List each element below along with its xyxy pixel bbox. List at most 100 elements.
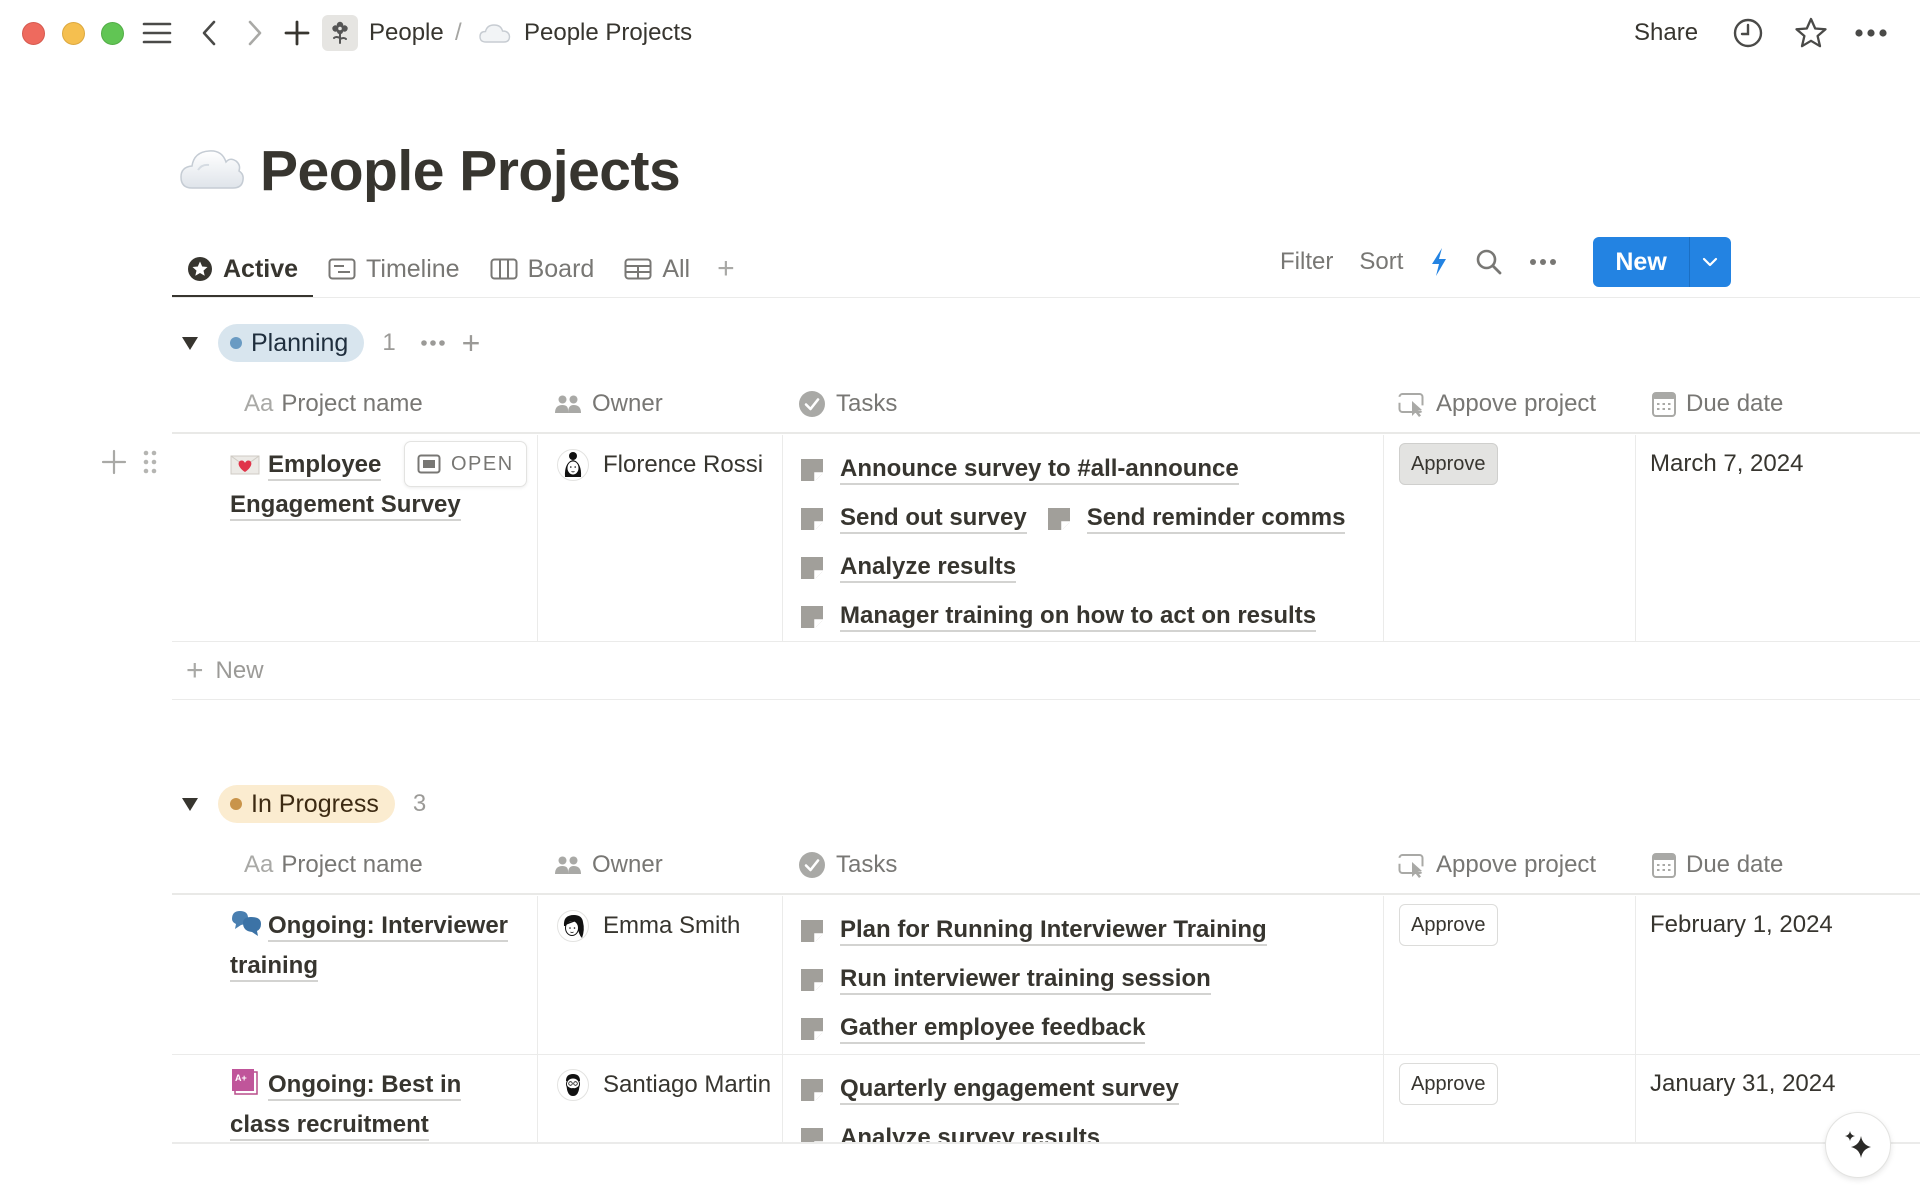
forward-icon[interactable]: [242, 14, 268, 52]
task-link[interactable]: Run interviewer training session: [800, 965, 1211, 995]
due-date[interactable]: February 1, 2024: [1650, 908, 1833, 942]
group-label: Planning: [251, 328, 349, 357]
column-header-owner[interactable]: Owner: [554, 376, 663, 432]
add-new-row-button[interactable]: + New: [172, 642, 1920, 700]
task-line: Run interviewer training session: [800, 955, 1380, 1004]
tab-timeline[interactable]: Timeline: [313, 240, 475, 298]
window-maximize-button[interactable]: [101, 22, 124, 45]
view-options-icon[interactable]: [1529, 258, 1557, 266]
task-link[interactable]: Plan for Running Interviewer Training: [800, 916, 1267, 946]
more-options-icon[interactable]: [1853, 14, 1889, 52]
task-title: Gather employee feedback: [840, 1014, 1146, 1044]
breadcrumb-separator: /: [455, 19, 462, 46]
group-header-planning: Planning 1 +: [182, 323, 480, 363]
task-title: Send out survey: [840, 504, 1027, 534]
column-header-due-date[interactable]: Due date: [1652, 837, 1783, 893]
tab-all[interactable]: All: [609, 240, 705, 298]
owner-cell[interactable]: Emma Smith: [557, 910, 797, 942]
project-title-cont[interactable]: Engagement Survey: [230, 491, 461, 521]
ai-assistant-button[interactable]: [1825, 1112, 1891, 1178]
task-title: Run interviewer training session: [840, 965, 1211, 995]
project-title-cont[interactable]: training: [230, 952, 318, 982]
approve-button[interactable]: Approve: [1399, 1063, 1498, 1105]
column-header-due-date[interactable]: Due date: [1652, 376, 1783, 432]
drag-handle-icon[interactable]: [142, 449, 158, 480]
collapse-toggle-icon[interactable]: [182, 336, 198, 350]
page-cloud-icon[interactable]: [178, 140, 246, 196]
page-icon: [801, 458, 823, 481]
task-link[interactable]: Announce survey to #all-announce: [800, 455, 1239, 485]
column-header-approve-project[interactable]: Appove project: [1398, 376, 1596, 432]
column-header-tasks[interactable]: Tasks: [798, 376, 897, 432]
page-icon: [801, 556, 823, 579]
task-link[interactable]: Quarterly engagement survey: [800, 1075, 1179, 1105]
tab-label: Timeline: [366, 254, 460, 283]
new-button[interactable]: New: [1593, 237, 1688, 287]
column-header-approve-project[interactable]: Appove project: [1398, 837, 1596, 893]
task-link[interactable]: Send out survey: [800, 504, 1027, 534]
tab-label: All: [662, 254, 691, 283]
back-icon[interactable]: [196, 14, 222, 52]
tab-board[interactable]: Board: [475, 240, 610, 298]
due-date[interactable]: January 31, 2024: [1650, 1067, 1835, 1101]
breadcrumb-people-projects[interactable]: People Projects: [524, 18, 692, 48]
task-link[interactable]: Analyze results: [800, 553, 1017, 583]
column-header-tasks[interactable]: Tasks: [798, 837, 897, 893]
breadcrumb-people[interactable]: People: [369, 18, 444, 48]
task-title: Analyze results: [840, 553, 1017, 583]
history-clock-icon[interactable]: [1730, 14, 1766, 52]
column-header-project-name[interactable]: Aa Project name: [244, 376, 423, 432]
table-row[interactable]: A+ Ongoing: Best in class recruitment Sa…: [172, 1055, 1920, 1144]
tab-active[interactable]: Active: [172, 240, 314, 298]
group-count: 3: [412, 790, 427, 817]
open-page-button[interactable]: OPEN: [404, 441, 527, 487]
share-button[interactable]: Share: [1634, 18, 1698, 48]
project-title[interactable]: Ongoing: Best in: [268, 1071, 462, 1101]
add-view-button[interactable]: +: [705, 252, 747, 286]
group-more-icon[interactable]: [420, 339, 446, 347]
table-row[interactable]: Employee Engagement Survey OPEN Florence…: [172, 435, 1920, 642]
group-header-in-progress: In Progress 3: [182, 784, 426, 824]
task-link[interactable]: Manager training on how to act on result…: [800, 602, 1317, 632]
window-minimize-button[interactable]: [62, 22, 85, 45]
page-title[interactable]: People Projects: [260, 136, 681, 206]
calendar-icon: [1652, 391, 1676, 417]
task-line: Manager training on how to act on result…: [800, 592, 1380, 641]
approve-button[interactable]: Approve: [1399, 904, 1498, 946]
window-close-button[interactable]: [22, 22, 45, 45]
task-link[interactable]: Analyze survey results: [800, 1124, 1100, 1142]
filter-button[interactable]: Filter: [1280, 248, 1333, 276]
status-pill-planning[interactable]: Planning: [218, 324, 365, 362]
page-icon: [801, 1078, 823, 1101]
column-header-project-name[interactable]: Aa Project name: [244, 837, 423, 893]
project-title[interactable]: Employee: [268, 451, 382, 481]
sparkle-icon: [1845, 1131, 1871, 1158]
project-name-cell[interactable]: Ongoing: Interviewer training: [230, 906, 530, 986]
owner-name: Santiago Martin: [603, 1071, 772, 1098]
automation-lightning-icon[interactable]: [1429, 247, 1449, 277]
owner-cell[interactable]: Santiago Martin: [557, 1069, 797, 1101]
table-row[interactable]: Ongoing: Interviewer training Emma Smith…: [172, 896, 1920, 1055]
favorite-star-icon[interactable]: [1793, 14, 1829, 52]
new-page-icon[interactable]: [282, 14, 312, 52]
status-pill-in-progress[interactable]: In Progress: [218, 785, 395, 823]
column-header-owner[interactable]: Owner: [554, 837, 663, 893]
sort-button[interactable]: Sort: [1359, 248, 1403, 276]
search-icon[interactable]: [1475, 248, 1503, 276]
task-link[interactable]: Send reminder comms: [1047, 504, 1346, 534]
sidebar-menu-icon[interactable]: [140, 14, 174, 52]
task-link[interactable]: Gather employee feedback: [800, 1014, 1146, 1044]
group-add-icon[interactable]: +: [462, 327, 481, 359]
collapse-toggle-icon[interactable]: [182, 797, 198, 811]
table-header: Aa Project name Owner Tasks Appove proje…: [172, 837, 1920, 895]
add-row-icon[interactable]: [100, 448, 128, 481]
workspace-icon[interactable]: [322, 15, 358, 51]
column-label: Due date: [1686, 390, 1784, 417]
project-name-cell[interactable]: A+ Ongoing: Best in class recruitment: [230, 1065, 530, 1142]
owner-cell[interactable]: Florence Rossi: [557, 449, 797, 481]
due-date[interactable]: March 7, 2024: [1650, 447, 1803, 481]
approve-button[interactable]: Approve: [1399, 443, 1498, 485]
new-dropdown-chevron-icon[interactable]: [1688, 237, 1731, 287]
project-title[interactable]: Ongoing: Interviewer: [268, 912, 509, 942]
project-title-cont[interactable]: class recruitment: [230, 1111, 429, 1141]
